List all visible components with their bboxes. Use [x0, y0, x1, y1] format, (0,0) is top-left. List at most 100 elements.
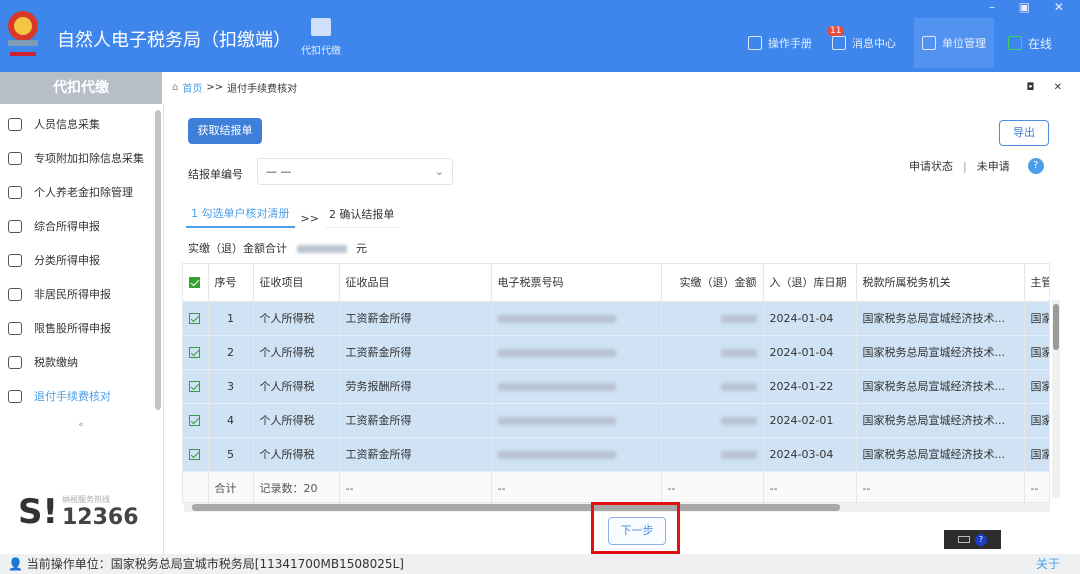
window-controls[interactable]: – ▣ ✕ [989, 0, 1074, 14]
cell-chief: 国家 [1024, 335, 1049, 370]
column-header[interactable]: 序号 [208, 264, 254, 302]
cell-chief: 国家 [1024, 403, 1049, 438]
about-link[interactable]: 关于 [1036, 554, 1060, 574]
footer-label: 合计 [208, 471, 254, 502]
apply-status: 申请状态 | 未申请 ? [909, 158, 1044, 174]
select-all-checkbox[interactable] [183, 264, 209, 302]
chevron-down-icon: ⌄ [434, 165, 444, 178]
report-no-value: — — [266, 165, 292, 178]
table-row[interactable]: 3 个人所得税 劳务报酬所得 2024-01-22 国家税务总局宣城经济技术..… [183, 369, 1049, 404]
sidebar-item[interactable]: 专项附加扣除信息采集 [0, 141, 163, 175]
sidebar-item[interactable]: 综合所得申报 [0, 209, 163, 243]
table-row[interactable]: 4 个人所得税 工资薪金所得 2024-02-01 国家税务总局宣城经济技术..… [183, 403, 1049, 438]
cell-item: 个人所得税 [253, 369, 340, 404]
row-checkbox[interactable] [183, 301, 209, 336]
row-checkbox[interactable] [183, 437, 209, 472]
hotline-label: 纳税服务热线 [62, 495, 110, 504]
cell-sub-item: 工资薪金所得 [339, 335, 492, 370]
pie-icon [8, 253, 22, 267]
cell-office: 国家税务总局宣城经济技术... [856, 301, 1025, 336]
table-vertical-scrollbar[interactable] [1052, 300, 1060, 498]
column-header[interactable]: 征收品目 [339, 264, 492, 302]
cell-amount-redacted [661, 369, 764, 404]
cell-amount-redacted [661, 335, 764, 370]
status-bar: 👤 当前操作单位：国家税务总局宣城市税务局[11341700MB1508025L… [0, 554, 1080, 574]
cell-ticket-redacted [491, 301, 662, 336]
step-1-tab[interactable]: 1 勾选单户核对清册 [186, 205, 295, 228]
sidebar-item[interactable]: 退付手续费核对 [0, 379, 163, 413]
app-title: 自然人电子税务局（扣缴端） [57, 30, 291, 51]
cell-amount-redacted [661, 437, 764, 472]
sidebar-item[interactable]: 人员信息采集 [0, 107, 163, 141]
sidebar-item-label: 专项附加扣除信息采集 [34, 152, 144, 165]
cell-item: 个人所得税 [253, 335, 340, 370]
cell-date: 2024-03-04 [763, 437, 857, 472]
cell-ticket-redacted [491, 403, 662, 438]
cell-sub-item: 工资薪金所得 [339, 437, 492, 472]
sidebar-item[interactable]: 个人养老金扣除管理 [0, 175, 163, 209]
module-daikou[interactable]: 代扣代缴 [296, 18, 346, 57]
sidebar-item[interactable]: 非居民所得申报 [0, 277, 163, 311]
row-checkbox[interactable] [183, 403, 209, 438]
column-header[interactable]: 入（退）库日期 [763, 264, 857, 302]
check-doc-icon [8, 389, 22, 403]
sidebar-item[interactable]: 税款缴纳 [0, 345, 163, 379]
wallet-icon [311, 18, 331, 36]
column-header[interactable]: 税款所属税务机关 [856, 264, 1025, 302]
cell-ticket-redacted [491, 369, 662, 404]
nav-label: 单位管理 [942, 37, 986, 50]
nav-manual[interactable]: 操作手册 [740, 18, 820, 68]
cell-chief: 国家 [1024, 437, 1049, 472]
row-checkbox[interactable] [183, 335, 209, 370]
breadcrumb-sep: >> [206, 82, 224, 93]
cell-chief: 国家 [1024, 301, 1049, 336]
cell-item: 个人所得税 [253, 301, 340, 336]
module-label: 代扣代缴 [301, 46, 341, 57]
layers-icon [8, 219, 22, 233]
export-button[interactable]: 导出 [999, 120, 1049, 146]
breadcrumb-home[interactable]: 首页 [182, 80, 202, 95]
ime-toolbar[interactable]: ? [944, 530, 1001, 549]
sidebar: 人员信息采集专项附加扣除信息采集个人养老金扣除管理 综合所得申报 分类所得申报非居民… [0, 104, 164, 554]
keyboard-icon [958, 536, 970, 543]
sidebar-item-label: 税款缴纳 [34, 356, 78, 369]
column-header[interactable]: 实缴（退）金额 [661, 264, 764, 302]
cell-chief: 国家 [1024, 369, 1049, 404]
nav-online[interactable]: 在线 [1000, 18, 1060, 68]
nav-unit-management[interactable]: 单位管理 [914, 18, 994, 68]
list-icon [8, 151, 22, 165]
panel-controls[interactable]: ◘ ✕ [1027, 82, 1070, 93]
table-row[interactable]: 1 个人所得税 工资薪金所得 2024-01-04 国家税务总局宣城经济技术..… [183, 301, 1049, 336]
cell-office: 国家税务总局宣城经济技术... [856, 403, 1025, 438]
sidebar-item[interactable]: 分类所得申报 [0, 243, 163, 277]
sidebar-item[interactable]: 限售股所得申报 [0, 311, 163, 345]
cell-office: 国家税务总局宣城经济技术... [856, 437, 1025, 472]
table-row[interactable]: 2 个人所得税 工资薪金所得 2024-01-04 国家税务总局宣城经济技术..… [183, 335, 1049, 370]
mail-icon [832, 36, 846, 50]
collapse-sidebar-button[interactable]: « [70, 420, 92, 432]
folder-icon [8, 355, 22, 369]
column-header[interactable]: 电子税票号码 [491, 264, 662, 302]
next-step-button[interactable]: 下一步 [608, 517, 666, 545]
breadcrumb: ⌂ 首页 >> 退付手续费核对 [172, 80, 297, 95]
nav-label: 消息中心 [852, 37, 896, 50]
column-header[interactable]: 主管 [1024, 264, 1049, 302]
cell-no: 2 [208, 335, 254, 370]
step-2-tab[interactable]: 2 确认结报单 [324, 206, 399, 228]
manual-icon [748, 36, 762, 50]
cell-date: 2024-01-22 [763, 369, 857, 404]
pension-icon [8, 185, 22, 199]
fetch-report-button[interactable]: 获取结报单 [188, 118, 262, 144]
table-row[interactable]: 5 个人所得税 工资薪金所得 2024-03-04 国家税务总局宣城经济技术..… [183, 437, 1049, 472]
hotline: S! 纳税服务热线 12366 [18, 494, 139, 530]
total-value-redacted [296, 245, 347, 253]
nav-messages[interactable]: 11 消息中心 [824, 18, 904, 68]
sidebar-item-label: 非居民所得申报 [34, 288, 111, 301]
column-header[interactable]: 征收项目 [253, 264, 340, 302]
footer-dash: -- [661, 471, 764, 502]
report-no-select[interactable]: — — ⌄ [257, 158, 453, 185]
cell-no: 1 [208, 301, 254, 336]
row-checkbox[interactable] [183, 369, 209, 404]
sidebar-scrollbar[interactable] [155, 110, 161, 410]
help-icon[interactable]: ? [1027, 158, 1044, 174]
